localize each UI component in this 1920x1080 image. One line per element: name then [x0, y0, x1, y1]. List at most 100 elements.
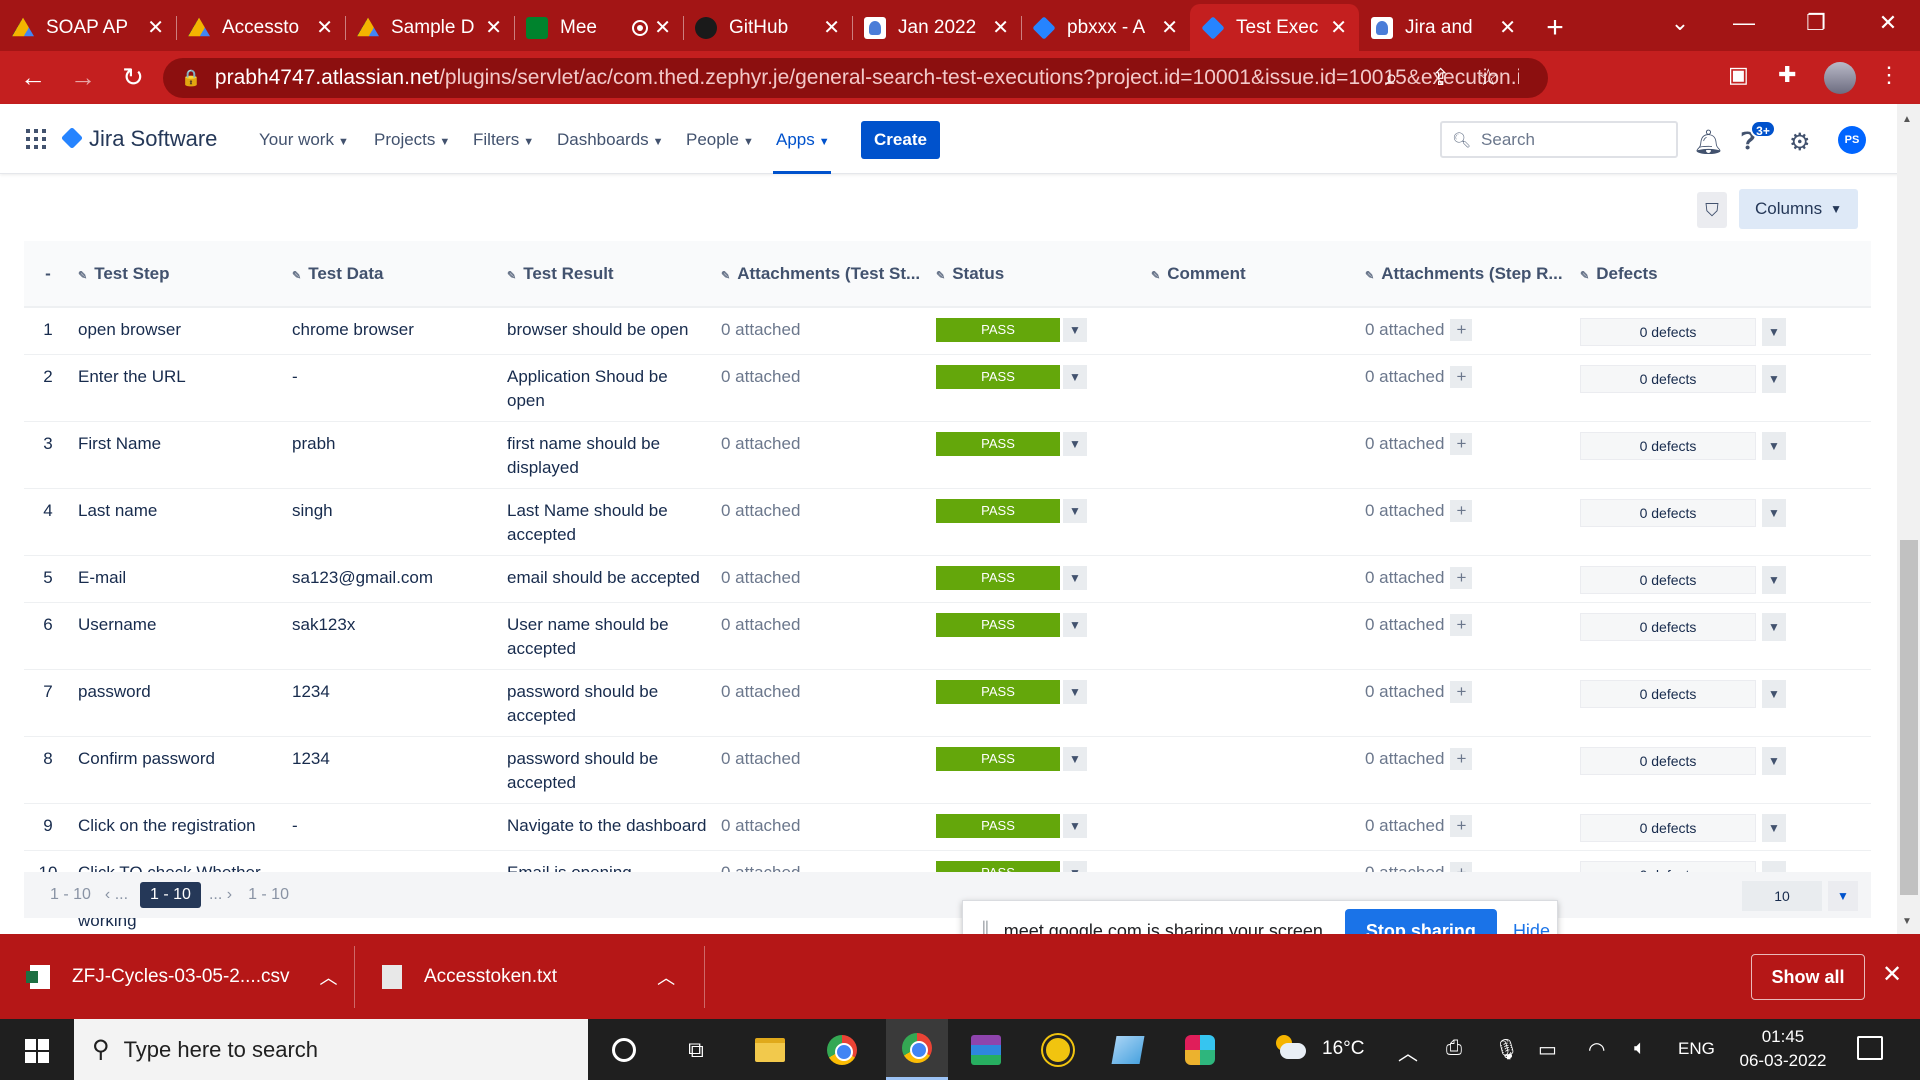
weather-icon[interactable] [1274, 1035, 1306, 1061]
cell-test-result[interactable]: Last Name should be accepted [501, 488, 715, 556]
lock-icon[interactable]: 🔒 [181, 68, 201, 88]
chevron-down-icon[interactable]: ▼ [1063, 814, 1087, 838]
cell-test-step[interactable]: open browser [72, 307, 286, 355]
cell-comment[interactable] [1145, 307, 1359, 355]
add-attachment-plus-icon[interactable]: + [1450, 614, 1473, 636]
table-row[interactable]: 2 Enter the URL - Application Shoud be open… [24, 354, 1871, 422]
defects-picker[interactable]: 0 defects [1580, 613, 1756, 641]
scroll-up-arrow-icon[interactable]: ▲ [1902, 114, 1912, 125]
cell-test-result[interactable]: User name should be accepted [501, 602, 715, 670]
cell-comment[interactable] [1145, 488, 1359, 556]
cell-test-result[interactable]: password should be accepted [501, 736, 715, 804]
download-item[interactable]: ZFJ-Cycles-03-05-2....csv ︿ [26, 934, 337, 1019]
status-badge[interactable]: PASS [936, 747, 1060, 771]
show-all-downloads-button[interactable]: Show all [1751, 954, 1865, 1000]
cell-test-step[interactable]: Confirm password [72, 736, 286, 804]
defects-picker[interactable]: 0 defects [1580, 814, 1756, 842]
chevron-down-icon[interactable]: ▼ [1063, 365, 1087, 389]
table-row[interactable]: 9 Click on the registration - Navigate to t… [24, 803, 1871, 851]
share-icon[interactable]: ⇪ [1431, 64, 1450, 91]
chevron-down-icon[interactable]: ▼ [1762, 680, 1786, 708]
table-row[interactable]: 6 Username sak123x User name should be acce… [24, 602, 1871, 670]
cell-test-data[interactable]: 1234 [286, 736, 501, 804]
status-select[interactable]: PASS▼ [936, 680, 1139, 704]
download-item[interactable]: Accesstoken.txt ︿ [382, 934, 675, 1019]
file-explorer-icon[interactable] [754, 1034, 786, 1066]
cell-test-step[interactable]: Click on the registration [72, 803, 286, 851]
close-icon[interactable]: ✕ [316, 15, 333, 40]
defects-picker[interactable]: 0 defects [1580, 680, 1756, 708]
close-icon[interactable]: ✕ [1499, 15, 1516, 40]
cell-test-data[interactable]: sa123@gmail.com [286, 555, 501, 603]
column-header-comment[interactable]: ✎ Comment [1145, 241, 1359, 308]
add-attachment-plus-icon[interactable]: + [1450, 815, 1473, 837]
app-icon[interactable] [1042, 1034, 1074, 1066]
nav-people[interactable]: People ▼ [686, 130, 754, 150]
address-bar[interactable]: 🔒 prabh4747.atlassian.net /plugins/servl… [163, 58, 1548, 98]
column-header-test-result[interactable]: ✎ Test Result [501, 241, 715, 308]
taskbar-search-input[interactable] [123, 1036, 524, 1063]
close-icon[interactable]: ✕ [823, 15, 840, 40]
chevron-down-icon[interactable]: ▼ [1762, 365, 1786, 393]
meet-present-icon[interactable]: ⎙ [1446, 1037, 1462, 1060]
more-vert-icon[interactable]: ⋮ [1878, 62, 1900, 88]
chevron-down-icon[interactable]: ▼ [1762, 747, 1786, 775]
column-header-attachments-test-step[interactable]: ✎ Attachments (Test St... [715, 241, 930, 308]
cell-test-data[interactable]: - [286, 354, 501, 422]
browser-tab-active[interactable]: Test Exec ✕ [1190, 4, 1359, 51]
cell-comment[interactable] [1145, 803, 1359, 851]
browser-tab[interactable]: Jan 2022 ✕ [852, 4, 1021, 51]
zoom-icon[interactable]: ⌕ [1385, 64, 1398, 91]
chevron-down-icon[interactable]: ▼ [1762, 814, 1786, 842]
add-attachment-plus-icon[interactable]: + [1450, 366, 1473, 388]
cell-test-result[interactable]: Application Shoud be open [501, 354, 715, 422]
puzzle-extensions-icon[interactable]: ✚ [1778, 62, 1796, 88]
chevron-down-icon[interactable]: ▼ [1762, 566, 1786, 594]
column-header-test-step[interactable]: ✎ Test Step [72, 241, 286, 308]
volume-icon[interactable]: 🔈︎ [1634, 1037, 1646, 1060]
notification-center-icon[interactable] [1857, 1036, 1883, 1060]
status-badge[interactable]: PASS [936, 680, 1060, 704]
cell-test-result[interactable]: password should be accepted [501, 669, 715, 737]
add-attachment-plus-icon[interactable]: + [1450, 681, 1473, 703]
jira-logo-icon[interactable] [60, 126, 84, 150]
cell-test-data[interactable]: prabh [286, 421, 501, 489]
close-icon[interactable]: ✕ [147, 15, 164, 40]
status-select[interactable]: PASS▼ [936, 566, 1139, 590]
reload-icon[interactable]: ↻ [108, 62, 158, 93]
nav-dashboards[interactable]: Dashboards ▼ [557, 130, 664, 150]
cell-comment[interactable] [1145, 736, 1359, 804]
battery-icon[interactable]: ▭ [1538, 1037, 1557, 1062]
pin-icon[interactable]: ✎ [292, 270, 301, 282]
chevron-up-icon[interactable]: ︿ [319, 964, 337, 990]
cell-test-step[interactable]: Last name [72, 488, 286, 556]
cell-test-result[interactable]: browser should be open [501, 307, 715, 355]
status-select[interactable]: PASS▼ [936, 747, 1139, 771]
chevron-down-icon[interactable]: ▼ [1063, 499, 1087, 523]
browser-tab[interactable]: SOAP AP ✕ [0, 4, 176, 51]
chevron-down-icon[interactable]: ▼ [1063, 432, 1087, 456]
status-badge[interactable]: PASS [936, 432, 1060, 456]
close-icon[interactable]: ✕ [1330, 15, 1347, 40]
restore-icon[interactable]: ❐ [1784, 0, 1848, 45]
column-header-status[interactable]: ✎ Status [930, 241, 1145, 308]
system-clock[interactable]: 01:45 06-03-2022 [1730, 1025, 1836, 1073]
cell-comment[interactable] [1145, 555, 1359, 603]
cortana-icon[interactable] [608, 1034, 640, 1066]
status-badge[interactable]: PASS [936, 613, 1060, 637]
close-icon[interactable]: ✕ [1882, 960, 1902, 989]
nav-apps[interactable]: Apps ▼ [776, 130, 830, 150]
chevron-down-icon[interactable]: ▼ [1762, 318, 1786, 346]
cell-test-step[interactable]: E-mail [72, 555, 286, 603]
task-view-icon[interactable]: ⧉ [680, 1034, 712, 1066]
pin-icon[interactable]: ✎ [721, 270, 730, 282]
chevron-down-icon[interactable]: ▼ [1063, 613, 1087, 637]
extension-icon[interactable]: ▣ [1728, 62, 1749, 88]
status-badge[interactable]: PASS [936, 365, 1060, 389]
page-size-select[interactable]: 10 [1742, 881, 1822, 911]
column-header-defects[interactable]: ✎ Defects [1574, 241, 1871, 308]
cell-test-data[interactable]: singh [286, 488, 501, 556]
browser-tab[interactable]: Sample D ✕ [345, 4, 514, 51]
add-attachment-plus-icon[interactable]: + [1450, 748, 1473, 770]
pin-icon[interactable]: ✎ [507, 270, 516, 282]
